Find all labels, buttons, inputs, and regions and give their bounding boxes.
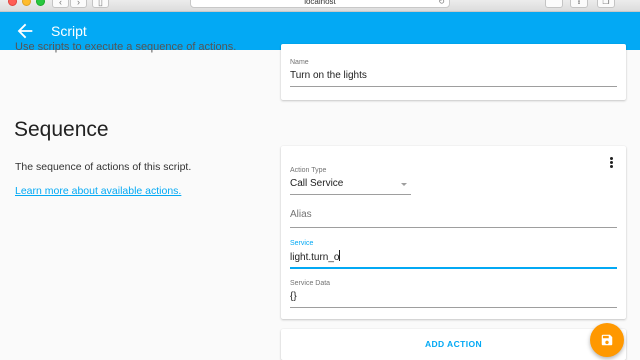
alias-field[interactable]: Alias [290,208,617,228]
text-cursor [339,250,341,261]
page-title: Script [51,23,87,39]
dropdown-arrow-icon [401,183,407,186]
service-input-row[interactable]: light.turn_o [290,250,617,264]
name-underline [290,86,617,87]
action-type-value: Call Service [290,178,344,189]
browser-back-button[interactable]: ‹ [52,0,69,8]
service-label: Service [290,240,314,247]
action-type-underline [290,194,411,195]
script-name-card: Name Turn on the lights [281,44,626,100]
add-action-card: ADD ACTION [281,329,626,360]
service-data-underline [290,307,617,308]
minimize-window-button[interactable] [22,0,31,6]
zoom-window-button[interactable] [36,0,45,6]
intro-description: Use scripts to execute a sequence of act… [15,41,237,53]
name-label: Name [290,59,309,66]
share-button[interactable]: ⇪ [570,0,588,8]
save-icon [601,334,613,346]
back-arrow-icon[interactable] [14,20,36,42]
name-input[interactable]: Turn on the lights [290,69,617,83]
action-card: Action Type Call Service Alias Service l… [281,146,626,319]
tabs-overview-button[interactable]: ❐ [597,0,615,8]
browser-chrome: ‹ › ▯ localhost ↻ ⇪ ❐ [0,0,640,12]
service-field[interactable]: Service light.turn_o [290,239,617,269]
name-field[interactable]: Name Turn on the lights [290,58,617,87]
service-underline [290,267,617,269]
close-window-button[interactable] [8,0,17,6]
address-bar-url: localhost [304,0,336,6]
service-data-input[interactable]: {} [290,290,617,304]
alias-underline [290,227,617,228]
sidebar-toggle-button[interactable]: ▯ [92,0,109,8]
save-button[interactable] [590,323,624,357]
browser-forward-button[interactable]: › [70,0,87,8]
service-data-label: Service Data [290,280,331,287]
add-action-button[interactable]: ADD ACTION [281,339,626,349]
service-input[interactable]: light.turn_o [290,252,339,263]
action-type-label: Action Type [290,167,327,174]
service-data-field[interactable]: Service Data {} [290,279,617,308]
action-type-dropdown[interactable]: Action Type Call Service [290,166,411,195]
action-type-value-row: Call Service [290,177,411,191]
sequence-description: The sequence of actions of this script. [15,161,192,173]
sequence-heading: Sequence [14,118,109,141]
more-vert-icon[interactable] [608,157,614,169]
reload-icon[interactable]: ↻ [438,0,445,9]
alias-input[interactable]: Alias [290,208,617,222]
learn-more-actions-link[interactable]: Learn more about available actions. [15,185,181,197]
address-bar[interactable]: localhost ↻ [190,0,450,8]
download-button[interactable] [545,0,563,8]
